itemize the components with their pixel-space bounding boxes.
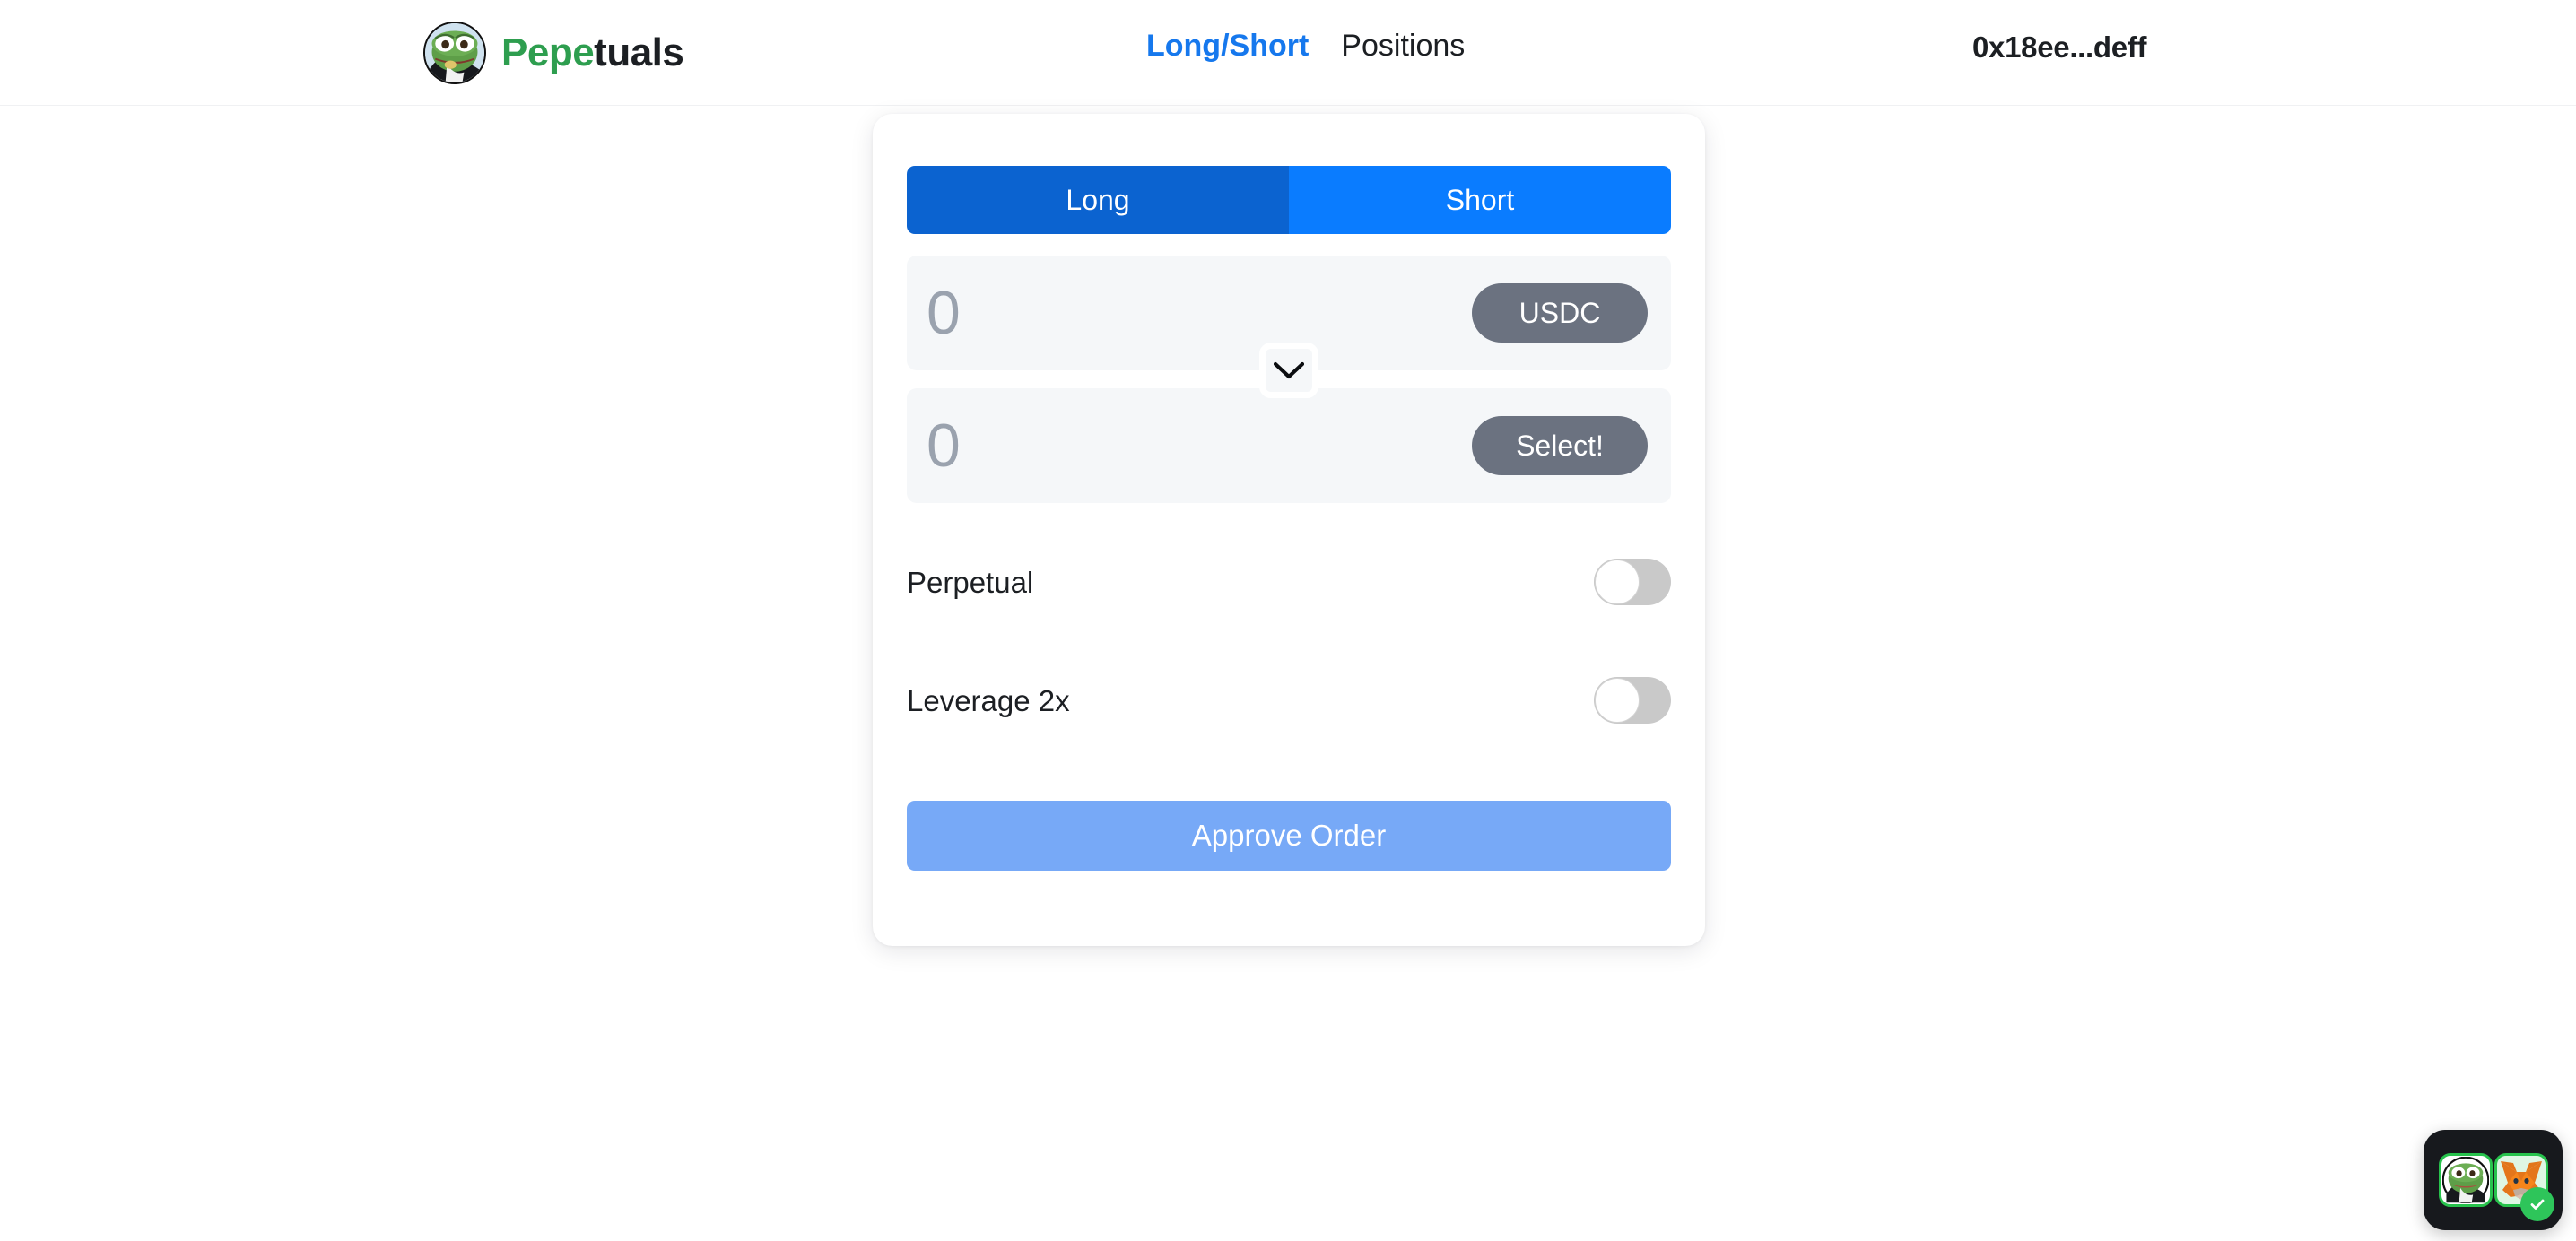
- main-content: Long Short 0 USDC 0 Select! Perpetual Le…: [0, 106, 2576, 1241]
- wallet-address-button[interactable]: 0x18ee...deff: [1972, 30, 2147, 65]
- leverage-option-row: Leverage 2x: [907, 668, 1671, 733]
- leverage-label: Leverage 2x: [907, 683, 1070, 717]
- wallet-connection-widget[interactable]: [2424, 1130, 2563, 1230]
- perpetual-toggle-knob: [1595, 560, 1640, 604]
- receive-token-select-button[interactable]: Select!: [1472, 416, 1648, 475]
- brand-name: Pepetuals: [501, 30, 684, 74]
- nav-item-positions[interactable]: Positions: [1341, 30, 1465, 61]
- pay-amount-input[interactable]: 0: [927, 282, 961, 343]
- pepe-avatar-icon: [2438, 1153, 2493, 1207]
- pepe-avatar-icon: [423, 22, 486, 84]
- main-nav: Long/Short Positions: [1146, 30, 1465, 61]
- side-toggle: Long Short: [907, 166, 1671, 234]
- swap-group: 0 USDC 0 Select!: [907, 256, 1671, 503]
- leverage-toggle[interactable]: [1594, 677, 1671, 724]
- approve-order-button[interactable]: Approve Order: [907, 801, 1671, 871]
- receive-amount-input[interactable]: 0: [927, 415, 961, 476]
- trade-card: Long Short 0 USDC 0 Select! Perpetual Le…: [873, 114, 1705, 946]
- pay-token-button[interactable]: USDC: [1472, 283, 1648, 343]
- perpetual-toggle[interactable]: [1594, 559, 1671, 605]
- brand-logo[interactable]: Pepetuals: [423, 22, 684, 84]
- nav-item-long-short[interactable]: Long/Short: [1146, 30, 1309, 61]
- long-button[interactable]: Long: [907, 166, 1289, 234]
- check-circle-icon: [2520, 1187, 2554, 1221]
- short-button[interactable]: Short: [1289, 166, 1671, 234]
- chevron-down-icon[interactable]: [1259, 343, 1318, 398]
- app-header: Pepetuals Long/Short Positions 0x18ee...…: [0, 0, 2576, 106]
- receive-amount-row: 0 Select!: [907, 388, 1671, 503]
- brand-name-accent: Pepe: [501, 30, 595, 74]
- perpetual-option-row: Perpetual: [907, 550, 1671, 614]
- perpetual-label: Perpetual: [907, 565, 1034, 599]
- leverage-toggle-knob: [1595, 678, 1640, 723]
- brand-name-rest: tuals: [594, 30, 684, 74]
